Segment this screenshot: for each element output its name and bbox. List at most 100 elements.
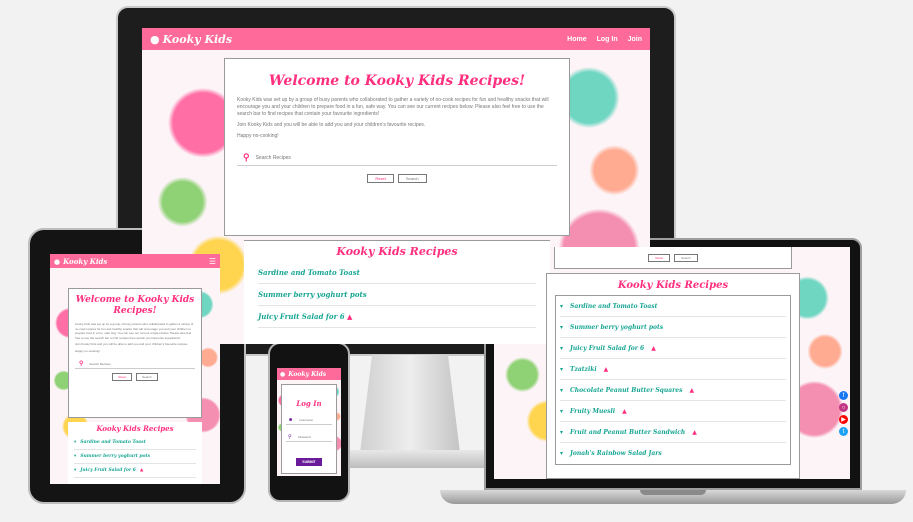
recipe-item[interactable]: ▾ Sardine and Tomato Toast: [74, 436, 196, 450]
instagram-icon[interactable]: ○: [839, 403, 848, 412]
password-row: ⚲: [286, 433, 332, 442]
caret-icon: ▾: [560, 365, 564, 373]
reset-button[interactable]: Reset: [112, 373, 133, 381]
recipe-list-box: ▾ Sardine and Tomato Toast ▾ Summer berry …: [555, 295, 791, 465]
cookie-icon: ●: [280, 370, 286, 378]
reset-button[interactable]: Reset: [648, 254, 671, 262]
caret-icon: ▾: [560, 450, 564, 457]
welcome-heading: Welcome to Kooky Kids Recipes!: [268, 73, 526, 89]
recipes-heading: Kooky Kids Recipes: [96, 424, 174, 433]
key-icon: ⚲: [288, 434, 292, 440]
search-icon: ⚲: [243, 152, 250, 162]
recipe-item[interactable]: ▾ Jonah's Rainbow Salad Jars: [560, 443, 786, 464]
flame-icon: ▲: [651, 344, 656, 352]
search-button[interactable]: Search: [397, 174, 427, 183]
happy-paragraph: Happy no-cooking!: [75, 348, 101, 353]
search-button[interactable]: Search: [136, 373, 158, 381]
user-icon: ☻: [288, 417, 294, 423]
caret-icon: ▾: [560, 323, 564, 331]
brand-name: Kooky Kids: [63, 256, 108, 266]
search-row: ⚲: [75, 359, 195, 369]
welcome-card: Welcome to Kooky Kids Recipes! Kooky Kid…: [68, 288, 202, 418]
tablet-screen: ● Kooky Kids ☰ Welcome to Kooky Kids Rec…: [50, 254, 220, 484]
username-input[interactable]: [299, 418, 330, 422]
monitor-stand: [360, 355, 460, 453]
password-input[interactable]: [297, 435, 330, 439]
cookie-icon: ●: [150, 32, 160, 46]
recipe-item[interactable]: ▾ Summer berry yoghurt pots: [74, 450, 196, 464]
youtube-icon[interactable]: ▶: [839, 415, 848, 424]
recipe-list: ▾ Sardine and Tomato Toast ▾ Summer berry …: [74, 436, 196, 478]
caret-icon: ▾: [74, 454, 77, 459]
caret-icon: ▾: [560, 344, 564, 352]
recipe-item[interactable]: ▾ Fruit and Peanut Butter Sandwich ▲: [560, 422, 786, 443]
navbar: ● Kooky Kids Home Log In Join: [142, 28, 650, 50]
brand-name: Kooky Kids: [288, 370, 327, 378]
recipes-card: Kooky Kids Recipes Sardine and Tomato To…: [244, 240, 550, 344]
search-input[interactable]: [89, 361, 191, 366]
recipe-item[interactable]: ▾ Juicy Fruit Salad for 6 ▲: [74, 464, 196, 478]
twitter-icon[interactable]: t: [839, 427, 848, 436]
recipes-card: Kooky Kids Recipes ▾ Sardine and Tomato T…: [68, 422, 202, 484]
intro-paragraph: Kooky Kids was set up by a group of busy…: [237, 97, 549, 117]
reset-button[interactable]: Reset: [367, 174, 394, 183]
recipe-list: ▾ Sardine and Tomato Toast ▾ Summer berry …: [560, 296, 786, 464]
facebook-icon[interactable]: f: [839, 391, 848, 400]
recipes-heading: Kooky Kids Recipes: [617, 280, 729, 291]
flame-icon: ▲: [689, 386, 695, 394]
search-button[interactable]: Search: [674, 254, 698, 262]
flame-icon: ▲: [139, 468, 144, 473]
flame-icon: ▲: [692, 428, 697, 436]
search-buttons: Reset Search: [237, 174, 557, 183]
join-paragraph: Join Kooky Kids and you will be able to …: [237, 122, 426, 128]
search-input[interactable]: [255, 154, 551, 161]
caret-icon: ▾: [560, 428, 564, 436]
intro-paragraph: Kooky Kids was set up by a group of busy…: [75, 322, 194, 340]
recipe-item[interactable]: ▾ Fruity Muesli ▲: [560, 401, 786, 422]
nav-join[interactable]: Join: [628, 36, 642, 43]
brand-logo[interactable]: ● Kooky Kids: [54, 257, 107, 266]
recipe-item[interactable]: Summer berry yoghurt pots: [258, 284, 536, 306]
login-heading: Log In: [296, 399, 322, 408]
social-bar: f ○ ▶ t: [839, 391, 848, 436]
caret-icon: ▾: [560, 407, 564, 415]
recipe-item[interactable]: ▾ Sardine and Tomato Toast: [560, 296, 786, 317]
flame-icon: ▲: [347, 312, 353, 321]
hamburger-icon[interactable]: ☰: [209, 257, 216, 266]
search-buttons: Reset Search: [555, 254, 791, 262]
brand-name: Kooky Kids: [162, 32, 233, 46]
nav-links: Home Log In Join: [567, 36, 642, 43]
navbar: ● Kooky Kids: [277, 368, 341, 380]
recipes-heading: Kooky Kids Recipes: [336, 245, 458, 258]
recipe-item[interactable]: ▾ Juicy Fruit Salad for 6 ▲: [560, 338, 786, 359]
nav-login[interactable]: Log In: [597, 36, 618, 43]
login-card: Log In ☻ ⚲ SUBMIT: [281, 384, 337, 474]
brand-logo[interactable]: ● Kooky Kids: [280, 371, 326, 378]
laptop-notch: [640, 490, 706, 495]
phone-screen: ● Kooky Kids Log In ☻ ⚲ SUBMIT: [277, 368, 341, 476]
navbar: ● Kooky Kids ☰: [50, 254, 220, 268]
caret-icon: ▾: [560, 302, 564, 310]
username-row: ☻: [286, 416, 332, 425]
recipe-item[interactable]: ▾ Chocolate Peanut Butter Squares ▲: [560, 380, 786, 401]
recipe-item[interactable]: ▾ Summer berry yoghurt pots: [560, 317, 786, 338]
recipes-card: Kooky Kids Recipes ▾ Sardine and Tomato T…: [546, 273, 800, 479]
submit-button[interactable]: SUBMIT: [296, 458, 322, 466]
search-buttons: Reset Search: [75, 373, 195, 381]
nav-home[interactable]: Home: [567, 36, 586, 43]
brand-logo[interactable]: ● Kooky Kids: [150, 33, 232, 46]
recipe-list: Sardine and Tomato Toast Summer berry yo…: [258, 262, 536, 328]
caret-icon: ▾: [74, 440, 77, 445]
search-icon: ⚲: [79, 361, 84, 367]
recipe-item[interactable]: Juicy Fruit Salad for 6 ▲: [258, 306, 536, 328]
recipe-item[interactable]: ▾ Tzatziki ▲: [560, 359, 786, 380]
flame-icon: ▲: [622, 407, 627, 415]
laptop-screen: Reset Search Kooky Kids Recipes ▾ Sardine…: [494, 247, 850, 479]
submit-row: SUBMIT: [286, 450, 332, 468]
search-row: ⚲: [237, 150, 557, 166]
caret-icon: ▾: [74, 468, 77, 473]
join-paragraph: Join Kooky Kids and you will be able to …: [75, 342, 188, 346]
welcome-card: Welcome to Kooky Kids Recipes! Kooky Kid…: [224, 58, 570, 236]
happy-paragraph: Happy no-cooking!: [237, 133, 279, 139]
recipe-item[interactable]: Sardine and Tomato Toast: [258, 262, 536, 284]
